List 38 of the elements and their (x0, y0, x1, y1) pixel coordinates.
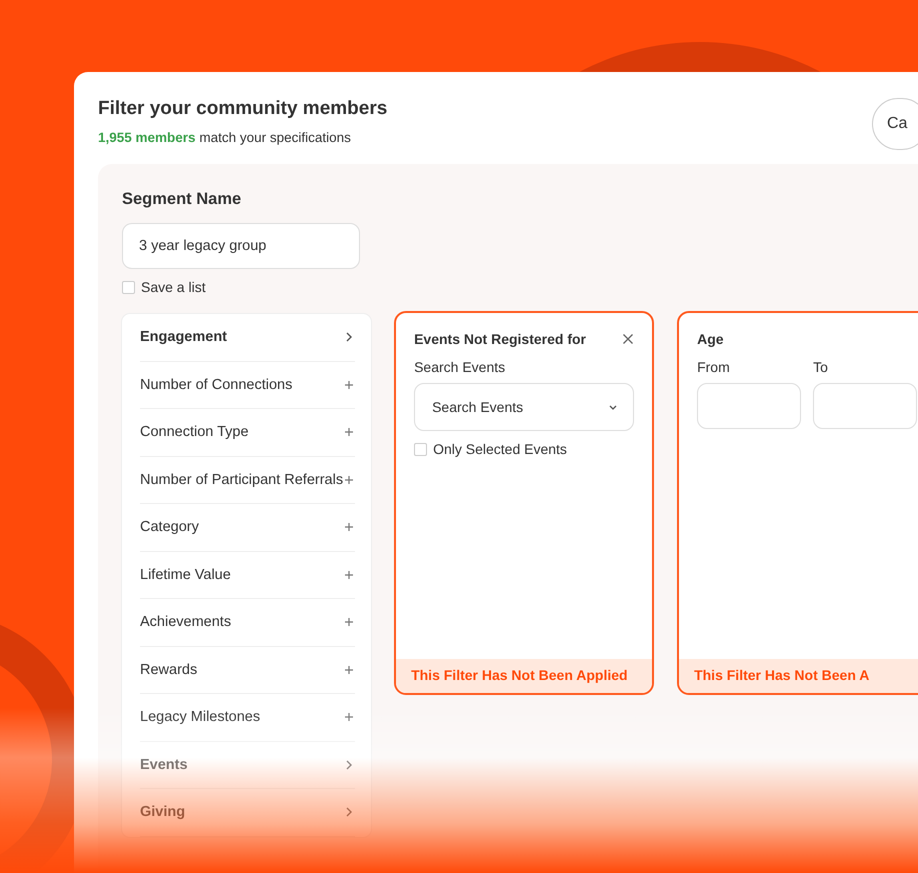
close-icon[interactable] (622, 333, 634, 345)
filter-list-item[interactable]: Achievements (140, 599, 356, 646)
to-label: To (813, 359, 829, 375)
plus-icon (343, 378, 356, 391)
filter-status-banner: This Filter Has Not Been Applied (396, 659, 652, 693)
filter-list-item[interactable]: Number of Participant Referrals (140, 456, 356, 504)
to-input-field[interactable] (813, 383, 918, 429)
plus-icon (343, 426, 356, 438)
filter-list-item[interactable]: Connection Type (140, 409, 356, 456)
filter-title: Age (697, 331, 724, 347)
search-events-dropdown[interactable]: Search Events (414, 383, 634, 431)
filter-list-item[interactable]: Engagement (140, 314, 356, 362)
match-count-text: 1,955 members match your specifications (98, 130, 352, 145)
from-label: From (697, 359, 731, 375)
filter-list-item[interactable]: Lifetime Value (140, 552, 356, 599)
from-input-field[interactable] (697, 383, 802, 429)
checkbox[interactable] (122, 280, 135, 294)
plus-icon (343, 711, 356, 724)
plus-icon (343, 474, 356, 486)
checkbox-label: Only Selected Events (433, 441, 567, 457)
checkbox-label: Save a list (141, 279, 206, 295)
segment-name-input[interactable]: 3 year legacy group (122, 223, 360, 269)
segment-name-label: Segment Name (122, 190, 242, 209)
plus-icon (343, 616, 356, 628)
page-title: Filter your community members (98, 98, 388, 120)
filter-list-item[interactable]: Category (140, 504, 356, 552)
filter-status-banner: This Filter Has Not Been A (679, 659, 918, 693)
field-label: Search Events (414, 359, 506, 375)
filter-list-item[interactable]: Number of Connections (140, 362, 356, 409)
plus-icon (343, 568, 356, 581)
filter-title: Events Not Registered for (414, 331, 586, 347)
filter-list-item[interactable]: Events (140, 742, 356, 789)
plus-icon (343, 521, 356, 534)
cancel-button[interactable]: Ca (872, 98, 918, 150)
filter-list-item[interactable]: Rewards (140, 646, 356, 694)
checkbox[interactable] (414, 442, 428, 456)
plus-icon (343, 664, 356, 676)
filter-list-item[interactable]: Legacy Milestones (140, 694, 356, 742)
